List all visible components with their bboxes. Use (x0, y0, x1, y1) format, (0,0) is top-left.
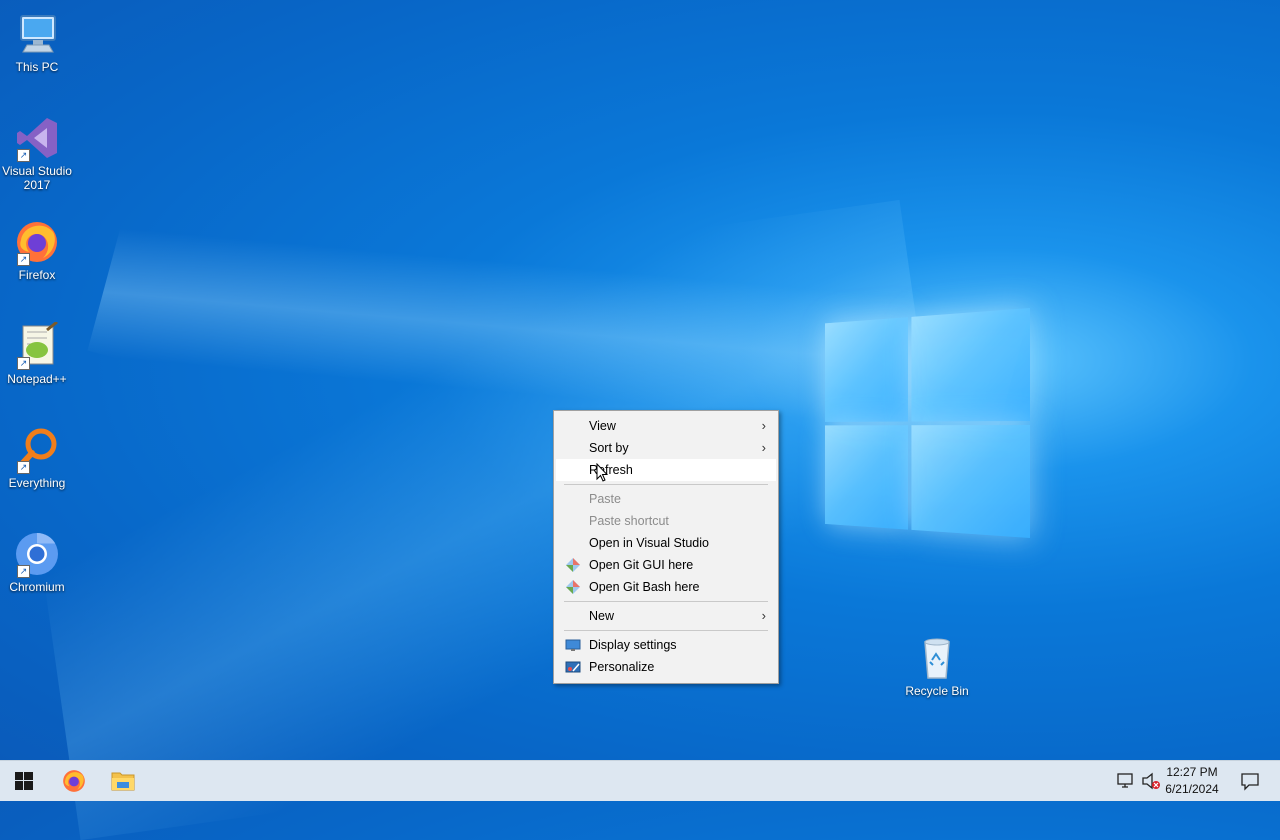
menu-item-display-settings[interactable]: Display settings (556, 634, 776, 656)
clock-date: 6/21/2024 (1165, 782, 1219, 796)
notepad-plus-plus-icon: ↗ (13, 320, 61, 370)
menu-item-label: Personalize (589, 660, 655, 674)
menu-item-new[interactable]: New › (556, 605, 776, 627)
menu-item-label: New (589, 609, 615, 623)
desktop-icon-chromium[interactable]: ↗ Chromium (0, 530, 74, 594)
desktop-icon-label: Chromium (9, 580, 65, 594)
volume-muted-icon[interactable] (1141, 771, 1161, 791)
desktop-icon-notepad-plus-plus[interactable]: ↗ Notepad++ (0, 320, 74, 386)
menu-item-open-git-bash[interactable]: Open Git Bash here (556, 576, 776, 598)
desktop-icon-firefox[interactable]: ↗ Firefox (0, 218, 74, 282)
menu-item-label: Paste shortcut (589, 514, 669, 528)
shortcut-arrow-icon: ↗ (17, 357, 30, 370)
chevron-right-icon: › (761, 608, 766, 623)
windows-wallpaper-logo (795, 308, 1030, 548)
taskbar-firefox-button[interactable] (50, 761, 98, 801)
recycle-bin-icon (913, 634, 961, 682)
git-icon (565, 557, 581, 573)
firefox-icon (63, 770, 85, 792)
chromium-icon: ↗ (13, 530, 61, 578)
action-center-icon[interactable] (1240, 771, 1260, 791)
desktop-icon-label: Notepad++ (7, 372, 67, 386)
computer-icon (13, 10, 61, 58)
chevron-right-icon: › (761, 440, 766, 455)
menu-separator (564, 601, 768, 602)
menu-item-paste-shortcut[interactable]: Paste shortcut (556, 510, 776, 532)
menu-item-personalize[interactable]: Personalize (556, 656, 776, 678)
desktop-icon-visual-studio[interactable]: ↗ Visual Studio 2017 (0, 114, 74, 192)
menu-separator (564, 630, 768, 631)
desktop-icon-label: Visual Studio 2017 (2, 164, 72, 192)
start-button[interactable] (0, 761, 48, 801)
menu-item-open-git-gui[interactable]: Open Git GUI here (556, 554, 776, 576)
menu-item-label: Paste (589, 492, 621, 506)
desktop-icon-label: Everything (8, 476, 66, 490)
menu-item-label: Open Git Bash here (589, 580, 700, 594)
taskbar-clock[interactable]: 12:27 PM 6/21/2024 (1160, 764, 1224, 798)
git-icon (565, 579, 581, 595)
menu-item-label: Open in Visual Studio (589, 536, 709, 550)
desktop-icon-this-pc[interactable]: This PC (0, 10, 74, 74)
taskbar: 12:27 PM 6/21/2024 (0, 760, 1280, 801)
desktop-context-menu: View › Sort by › Refresh Paste Paste sho… (553, 410, 779, 684)
menu-item-label: Sort by (589, 441, 629, 455)
menu-item-label: Open Git GUI here (589, 558, 694, 572)
firefox-icon: ↗ (13, 218, 61, 266)
file-explorer-icon (111, 772, 135, 791)
menu-item-open-in-visual-studio[interactable]: Open in Visual Studio (556, 532, 776, 554)
network-icon[interactable] (1116, 771, 1136, 791)
mouse-cursor-icon (596, 463, 608, 482)
display-icon (565, 637, 581, 653)
shortcut-arrow-icon: ↗ (17, 565, 30, 578)
desktop-icon-label: Firefox (18, 268, 56, 282)
personalize-icon (565, 659, 581, 675)
menu-separator (564, 484, 768, 485)
desktop-icon-everything[interactable]: ↗ Everything (0, 426, 74, 490)
menu-item-label: View (589, 419, 616, 433)
menu-item-paste[interactable]: Paste (556, 488, 776, 510)
desktop-icon-label: This PC (15, 60, 59, 74)
start-icon (15, 772, 33, 790)
menu-item-refresh[interactable]: Refresh (556, 459, 776, 481)
everything-search-icon: ↗ (13, 426, 61, 474)
taskbar-file-explorer-button[interactable] (99, 761, 147, 801)
menu-item-view[interactable]: View › (556, 415, 776, 437)
chevron-right-icon: › (761, 418, 766, 433)
menu-item-sort-by[interactable]: Sort by › (556, 437, 776, 459)
shortcut-arrow-icon: ↗ (17, 149, 30, 162)
desktop-icon-recycle-bin[interactable]: Recycle Bin (900, 634, 974, 698)
shortcut-arrow-icon: ↗ (17, 461, 30, 474)
shortcut-arrow-icon: ↗ (17, 253, 30, 266)
clock-time: 12:27 PM (1166, 765, 1218, 779)
visual-studio-icon: ↗ (13, 114, 61, 162)
desktop-icon-label: Recycle Bin (905, 684, 969, 698)
menu-item-label: Display settings (589, 638, 677, 652)
